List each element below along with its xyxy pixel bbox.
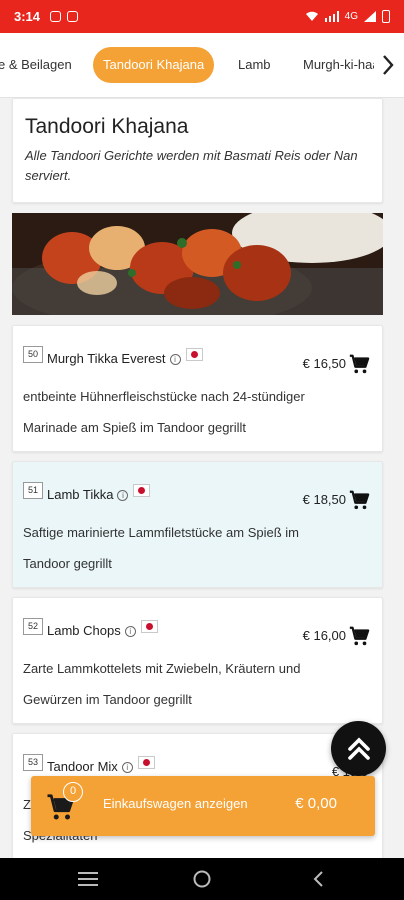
- dish-number: 51: [23, 482, 43, 499]
- dish-item-52[interactable]: 52 Lamb Chops i € 16,00 Zarte Lammkottele…: [12, 597, 383, 724]
- dish-number: 50: [23, 346, 43, 363]
- tab-murgh-ki-haandi[interactable]: Murgh-ki-haa: [303, 47, 380, 83]
- notification-icons: [50, 11, 79, 22]
- dish-name: Murgh Tikka Everest: [47, 351, 166, 366]
- tab-beilagen[interactable]: e & Beilagen: [0, 47, 72, 83]
- tab-lamb[interactable]: Lamb: [238, 47, 271, 83]
- info-icon[interactable]: i: [169, 354, 181, 366]
- info-icon[interactable]: i: [117, 490, 129, 502]
- dish-item-50[interactable]: 50 Murgh Tikka Everest i € 16,50 entbeint…: [12, 325, 383, 452]
- status-bar: 3:14 4G: [0, 0, 404, 33]
- section-header: Tandoori Khajana Alle Tandoori Gerichte …: [12, 98, 383, 203]
- dish-price: € 16,50: [302, 356, 346, 371]
- info-icon[interactable]: i: [124, 626, 136, 638]
- view-cart-button[interactable]: 0 Einkaufswagen anzeigen € 0,00: [31, 776, 375, 836]
- notification-icon: [50, 11, 62, 22]
- network-type: 4G: [344, 11, 358, 22]
- dish-description: Zarte Lammkottelets mit Zwiebeln, Kräute…: [23, 661, 301, 707]
- flag-icon: [133, 484, 151, 497]
- tab-tandoori-khajana[interactable]: Tandoori Khajana: [93, 47, 215, 83]
- dish-description: Saftige marinierte Lammfiletstücke am Sp…: [23, 525, 299, 571]
- category-tabs: e & Beilagen Tandoori Khajana Lamb Murgh…: [0, 33, 404, 98]
- dish-name-row: Murgh Tikka Everest i: [47, 348, 203, 366]
- system-nav-bar: [0, 858, 404, 900]
- add-to-cart-icon[interactable]: [348, 489, 370, 511]
- flag-icon: [185, 348, 203, 361]
- dish-name-row: Lamb Chops i: [47, 620, 158, 638]
- dish-price: € 18,50: [302, 492, 346, 507]
- tabs-next-button[interactable]: [374, 49, 402, 81]
- cart-count-badge: 0: [63, 782, 83, 802]
- battery-icon: [382, 10, 390, 23]
- add-to-cart-icon[interactable]: [348, 625, 370, 647]
- home-icon[interactable]: [190, 869, 214, 889]
- dish-name: Tandoor Mix: [47, 759, 118, 774]
- dish-name: Lamb Tikka: [47, 487, 114, 502]
- chevron-right-icon: [383, 55, 394, 75]
- dish-item-51[interactable]: 51 Lamb Tikka i € 18,50 Saftige mariniert…: [12, 461, 383, 588]
- double-chevron-up-icon: [347, 736, 370, 760]
- section-banner-image: [12, 213, 383, 315]
- section-title: Tandoori Khajana: [25, 115, 189, 138]
- notification-icon: [67, 11, 79, 22]
- dish-description: entbeinte Hühnerfleischstücke nach 24-st…: [23, 389, 305, 435]
- cart-total: € 0,00: [295, 795, 337, 812]
- dish-number: 52: [23, 618, 43, 635]
- system-icons: 4G: [305, 10, 390, 23]
- signal-icon: [364, 11, 376, 22]
- signal-icon: [324, 11, 339, 22]
- scroll-to-top-button[interactable]: [331, 721, 386, 776]
- info-icon[interactable]: i: [121, 762, 133, 774]
- wifi-icon: [305, 11, 318, 21]
- section-description: Alle Tandoori Gerichte werden mit Basmat…: [25, 148, 358, 183]
- cart-label: Einkaufswagen anzeigen: [103, 796, 248, 811]
- recent-apps-icon[interactable]: [76, 869, 100, 889]
- tandoori-food-image: [12, 213, 383, 315]
- dish-name: Lamb Chops: [47, 623, 121, 638]
- flag-icon: [140, 620, 158, 633]
- dish-name-row: Tandoor Mix i: [47, 756, 155, 774]
- add-to-cart-icon[interactable]: [348, 353, 370, 375]
- dish-price: € 16,00: [302, 628, 346, 643]
- back-icon[interactable]: [307, 869, 331, 889]
- dish-name-row: Lamb Tikka i: [47, 484, 151, 502]
- flag-icon: [137, 756, 155, 769]
- dish-number: 53: [23, 754, 43, 771]
- status-time: 3:14: [14, 9, 41, 24]
